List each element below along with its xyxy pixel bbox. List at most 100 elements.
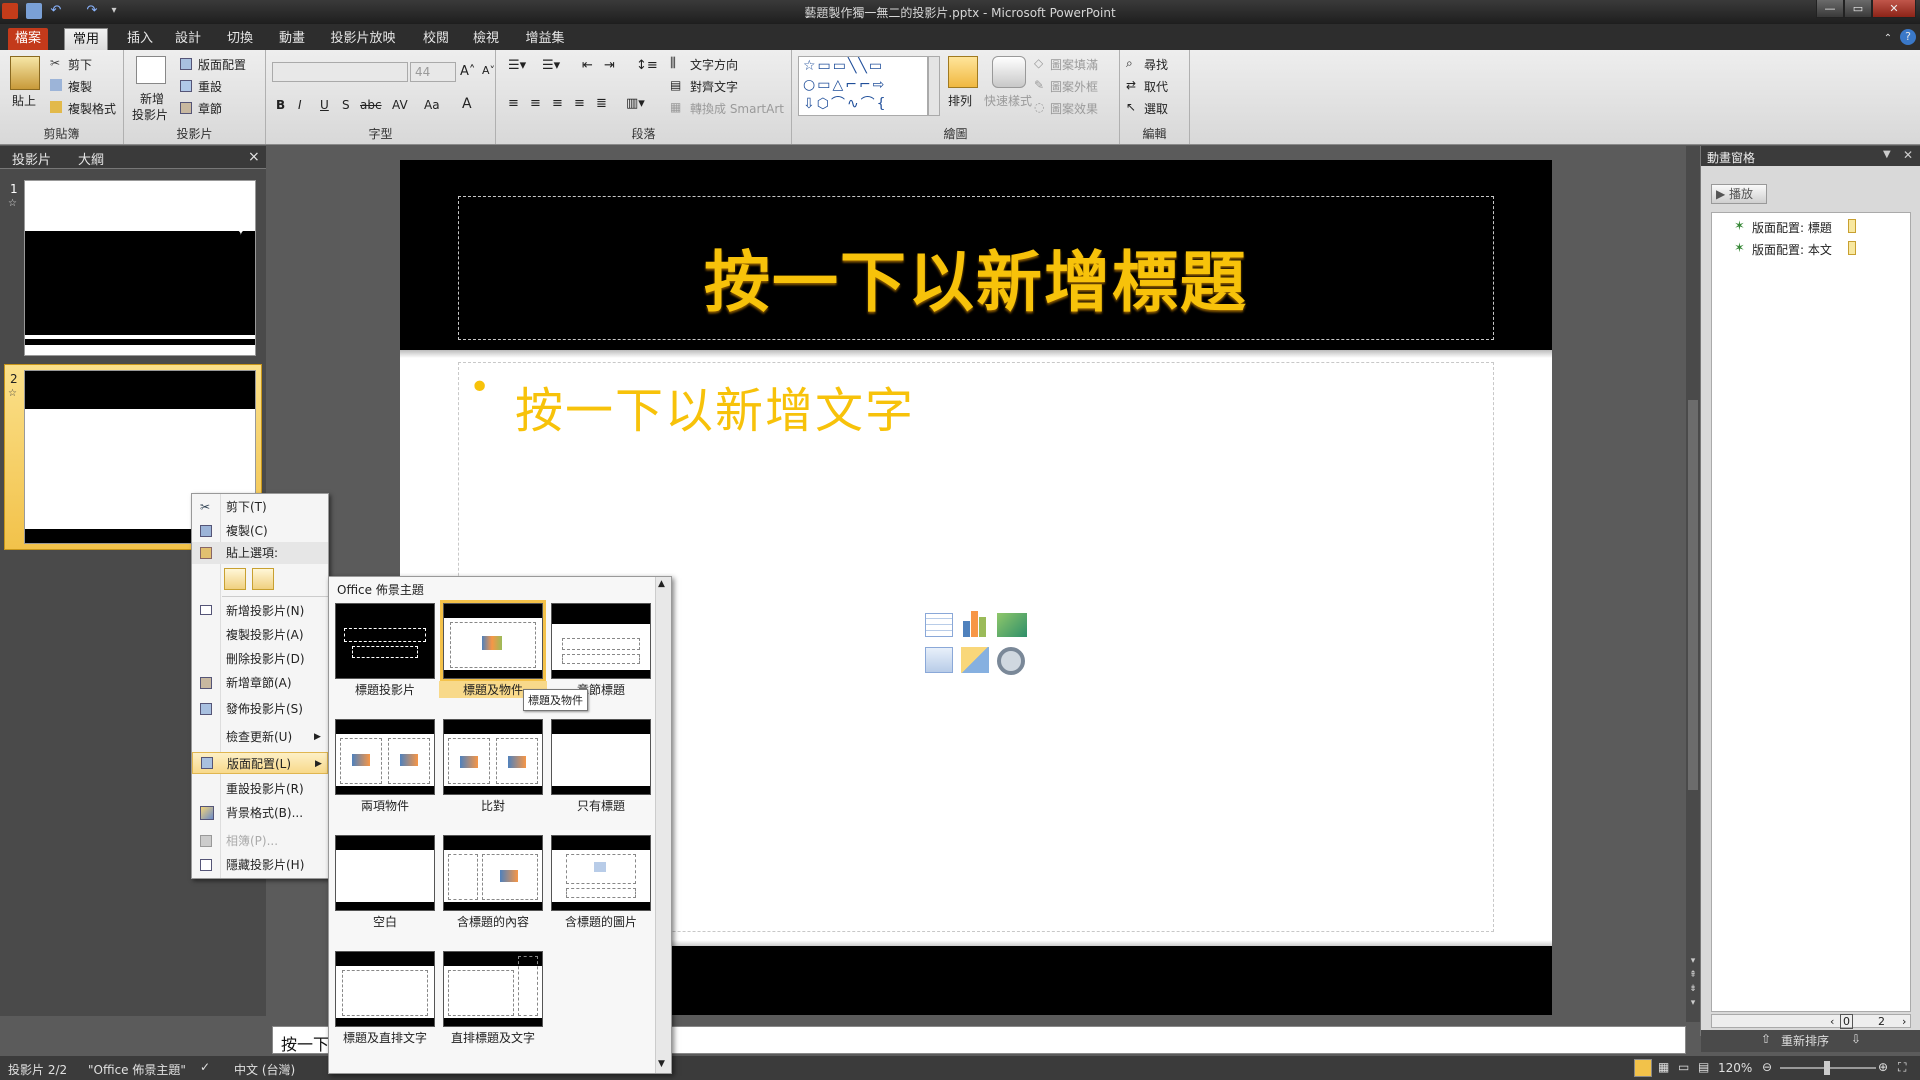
change-case-button[interactable]: Aa	[424, 98, 440, 112]
insert-clipart-icon[interactable]	[961, 647, 989, 673]
increase-indent-icon[interactable]: ⇥	[604, 58, 615, 73]
font-name-box[interactable]	[272, 62, 408, 82]
distribute-icon[interactable]: ≣	[596, 96, 607, 111]
close-button[interactable]: ✕	[1872, 0, 1916, 18]
decrease-indent-icon[interactable]: ⇤	[582, 58, 593, 73]
editor-scroll-thumb[interactable]	[1688, 400, 1698, 790]
reset-button[interactable]: 重設	[198, 78, 222, 95]
timeline[interactable]: ‹ 0 2 ›	[1711, 1014, 1911, 1029]
scroll-up-icon[interactable]: ▲	[658, 579, 665, 589]
cut-button[interactable]: 剪下	[68, 56, 92, 73]
reading-view-icon[interactable]: ▭	[1678, 1060, 1689, 1074]
zoom-slider-thumb[interactable]	[1824, 1061, 1830, 1075]
insert-smartart-icon[interactable]	[997, 613, 1027, 637]
fit-to-window-icon[interactable]: ⛶	[1898, 1060, 1906, 1075]
tab-view[interactable]: 檢視	[466, 28, 506, 50]
status-language[interactable]: 中文 (台灣)	[234, 1061, 295, 1078]
align-right-icon[interactable]: ≡	[552, 96, 563, 111]
move-up-icon[interactable]: ⇧	[1761, 1032, 1771, 1046]
page-nav-icons[interactable]: ▾ ⇞ ⇟ ▾	[1686, 954, 1700, 1014]
notes-text[interactable]: 按一下	[281, 1031, 329, 1055]
title-placeholder[interactable]: 按一下以新增標題	[458, 196, 1494, 340]
layout-title-and-content[interactable]	[440, 600, 546, 682]
slide-sorter-icon[interactable]: ▦	[1658, 1060, 1669, 1074]
menu-layout[interactable]: 版面配置(L) ▶	[192, 752, 328, 774]
bullets-icon[interactable]: ☰▾	[508, 58, 526, 73]
menu-delete-slide[interactable]: 刪除投影片(D)	[192, 648, 328, 670]
minimize-button[interactable]: —	[1816, 0, 1844, 18]
font-size-box[interactable]: 44	[410, 62, 456, 82]
new-slide-label-1[interactable]: 新增	[140, 90, 164, 107]
tab-addins[interactable]: 增益集	[520, 28, 570, 50]
scroll-down-icon[interactable]: ▼	[658, 1059, 665, 1069]
menu-format-background[interactable]: 背景格式(B)...	[192, 802, 328, 824]
bold-button[interactable]: B	[276, 98, 285, 112]
shape-effects-button[interactable]: 圖案效果	[1050, 100, 1098, 117]
layout-comparison[interactable]	[443, 719, 543, 795]
shadow-button[interactable]: S	[342, 98, 350, 112]
tab-design[interactable]: 設計	[168, 28, 208, 50]
layout-vertical-title-text[interactable]	[443, 951, 543, 1027]
title-text[interactable]: 按一下以新增標題	[459, 229, 1493, 325]
shape-fill-button[interactable]: 圖案填滿	[1050, 56, 1098, 73]
shapes-gallery[interactable]: ☆▭▭╲╲▭ ○▭△⌐⌐⇨ ⇩⬡⌒∿⌒{	[798, 56, 928, 116]
tab-review[interactable]: 校閱	[416, 28, 456, 50]
collapse-ribbon-icon[interactable]: ⌃	[1880, 28, 1896, 50]
tab-transitions[interactable]: 切換	[220, 28, 260, 50]
underline-button[interactable]: U	[320, 98, 329, 112]
zoom-in-icon[interactable]: ⊕	[1878, 1060, 1888, 1074]
tab-slides[interactable]: 投影片	[12, 149, 51, 168]
animation-item-2[interactable]: 版面配置: 本文	[1752, 241, 1832, 258]
menu-copy[interactable]: 複製(C)	[192, 520, 328, 542]
paste-icon[interactable]	[10, 56, 40, 90]
align-center-icon[interactable]: ≡	[530, 96, 541, 111]
select-button[interactable]: 選取	[1144, 100, 1168, 117]
menu-check-updates[interactable]: 檢查更新(U) ▶	[192, 726, 328, 748]
copy-button[interactable]: 複製	[68, 78, 92, 95]
strikethrough-button[interactable]: abc	[360, 98, 382, 112]
menu-publish-slides[interactable]: 發佈投影片(S)	[192, 698, 328, 720]
shrink-font-icon[interactable]: A˅	[482, 64, 495, 77]
menu-add-section[interactable]: 新增章節(A)	[192, 672, 328, 694]
line-spacing-icon[interactable]: ↕≡	[636, 58, 658, 73]
italic-button[interactable]: I	[298, 98, 302, 112]
insert-chart-icon[interactable]	[961, 609, 989, 637]
pane-close-icon[interactable]: ✕	[1903, 148, 1913, 162]
text-direction-button[interactable]: 文字方向	[690, 56, 738, 73]
tab-outline[interactable]: 大綱	[78, 149, 104, 168]
status-theme[interactable]: "Office 佈景主題"	[88, 1061, 186, 1078]
layout-picture-with-caption[interactable]	[551, 835, 651, 911]
tab-file[interactable]: 檔案	[8, 28, 48, 50]
normal-view-icon[interactable]	[1634, 1059, 1652, 1077]
layout-two-content[interactable]	[335, 719, 435, 795]
menu-photo-album[interactable]: 相簿(P)...	[192, 830, 328, 852]
spellcheck-icon[interactable]: ✓	[200, 1060, 210, 1074]
paste-destination-theme-icon[interactable]	[224, 568, 246, 590]
gallery-scrollbar[interactable]: ▲ ▼	[655, 577, 671, 1073]
insert-media-icon[interactable]	[997, 647, 1025, 675]
slideshow-icon[interactable]: ▤	[1698, 1060, 1709, 1074]
paste-button[interactable]: 貼上	[12, 92, 36, 109]
shape-outline-button[interactable]: 圖案外框	[1050, 78, 1098, 95]
insert-table-icon[interactable]	[925, 613, 953, 637]
menu-new-slide[interactable]: 新增投影片(N)	[192, 600, 328, 622]
menu-hide-slide[interactable]: 隱藏投影片(H)	[192, 854, 328, 876]
quick-styles-button[interactable]: 快速樣式	[984, 92, 1032, 109]
justify-icon[interactable]: ≡	[574, 96, 585, 111]
arrange-button[interactable]: 排列	[948, 92, 972, 109]
maximize-button[interactable]: ▭	[1844, 0, 1872, 18]
editor-vertical-scrollbar[interactable]: ▾ ⇞ ⇟ ▾	[1686, 146, 1700, 1022]
play-button[interactable]: ▶ 播放	[1711, 184, 1767, 204]
close-pane-icon[interactable]: ×	[248, 149, 260, 165]
columns-icon[interactable]: ▥▾	[626, 96, 645, 111]
char-spacing-button[interactable]: AV	[392, 98, 408, 112]
paste-as-picture-icon[interactable]	[252, 568, 274, 590]
shapes-scroll[interactable]	[928, 56, 940, 116]
numbering-icon[interactable]: ☰▾	[542, 58, 560, 73]
new-slide-label-2[interactable]: 投影片	[132, 106, 168, 123]
menu-cut[interactable]: ✂ 剪下(T)	[192, 496, 328, 518]
find-button[interactable]: 尋找	[1144, 56, 1168, 73]
zoom-level[interactable]: 120%	[1718, 1061, 1752, 1075]
pane-options-icon[interactable]: ▼	[1883, 149, 1891, 160]
slide-thumbnail-1[interactable]: ✦	[24, 180, 256, 356]
